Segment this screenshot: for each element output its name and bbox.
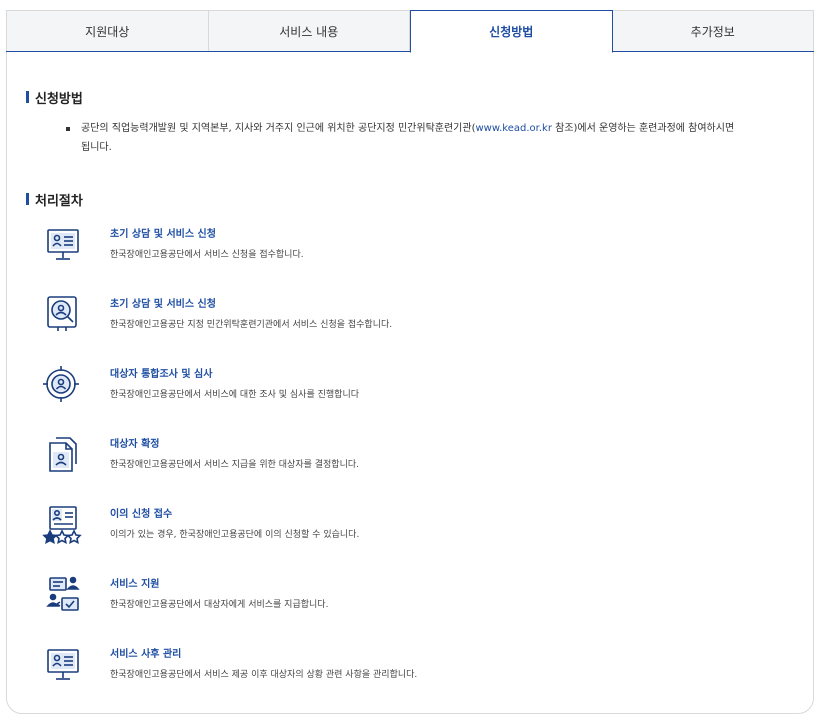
tab-additional-info[interactable]: 추가정보 xyxy=(612,10,814,52)
process-step: 서비스 사후 관리 한국장애인고용공단에서 서비스 제공 이후 대상자의 상황 … xyxy=(42,645,762,695)
application-text-before: 공단의 직업능력개발원 및 지역본부, 지사와 거주지 인근에 위치한 공단지정… xyxy=(81,123,476,134)
step-title: 이의 신청 접수 xyxy=(110,509,173,520)
step-description: 한국장애인고용공단 지정 민간위탁훈련기관에서 서비스 신청을 접수합니다. xyxy=(110,320,393,330)
title-bar-marker xyxy=(26,91,29,103)
bullet-marker xyxy=(66,127,70,131)
step-description: 한국장애인고용공단에서 서비스 지급을 위한 대상자를 결정합니다. xyxy=(110,460,360,470)
step-description: 한국장애인고용공단에서 서비스에 대한 조사 및 심사를 진행합니다 xyxy=(110,390,360,400)
step-title: 서비스 지원 xyxy=(110,579,160,590)
step-description: 한국장애인고용공단에서 서비스 제공 이후 대상자의 상황 관련 사항을 관리합… xyxy=(110,670,418,680)
monitor-profile-icon xyxy=(42,645,82,685)
application-section-title: 신청방법 xyxy=(26,89,83,107)
process-step: 초기 상담 및 서비스 신청 한국장애인고용공단 지정 민간위탁훈련기관에서 서… xyxy=(42,295,762,345)
step-title: 서비스 사후 관리 xyxy=(110,649,182,660)
step-title: 대상자 통합조사 및 심사 xyxy=(110,369,213,380)
tab-eligibility[interactable]: 지원대상 xyxy=(6,10,209,52)
document-person-icon xyxy=(42,435,82,475)
step-title: 초기 상담 및 서비스 신청 xyxy=(110,229,216,240)
process-step: 서비스 지원 한국장애인고용공단에서 대상자에게 서비스를 지급합니다. xyxy=(42,575,762,625)
process-step: 초기 상담 및 서비스 신청 한국장애인고용공단에서 서비스 신청을 접수합니다… xyxy=(42,225,762,275)
target-person-icon xyxy=(42,365,82,405)
tab-service-content[interactable]: 서비스 내용 xyxy=(208,10,410,52)
kead-link[interactable]: www.kead.or.kr xyxy=(476,123,552,134)
process-step: 대상자 확정 한국장애인고용공단에서 서비스 지급을 위한 대상자를 결정합니다… xyxy=(42,435,762,485)
monitor-profile-icon xyxy=(42,225,82,265)
title-bar-marker xyxy=(26,193,29,205)
step-description: 한국장애인고용공단에서 대상자에게 서비스를 지급합니다. xyxy=(110,600,329,610)
profile-stars-icon xyxy=(42,505,82,545)
tab-bar: 지원대상 서비스 내용 신청방법 추가정보 xyxy=(6,10,814,53)
step-description: 한국장애인고용공단에서 서비스 신청을 접수합니다. xyxy=(110,250,304,260)
process-section-title: 처리절차 xyxy=(26,191,83,209)
step-title: 초기 상담 및 서비스 신청 xyxy=(110,299,216,310)
process-step: 대상자 통합조사 및 심사 한국장애인고용공단에서 서비스에 대한 조사 및 심… xyxy=(42,365,762,415)
step-description: 이의가 있는 경우, 한국장애인고용공단에 이의 신청할 수 있습니다. xyxy=(110,530,360,540)
process-title-text: 처리절차 xyxy=(35,193,83,209)
application-description: 공단의 직업능력개발원 및 지역본부, 지사와 거주지 인근에 위치한 공단지정… xyxy=(81,119,741,157)
magnifier-person-icon xyxy=(42,295,82,335)
tab-application-method[interactable]: 신청방법 xyxy=(410,10,613,53)
people-exchange-icon xyxy=(42,575,82,615)
application-title-text: 신청방법 xyxy=(35,91,83,107)
process-step: 이의 신청 접수 이의가 있는 경우, 한국장애인고용공단에 이의 신청할 수 … xyxy=(42,505,762,555)
step-title: 대상자 확정 xyxy=(110,439,160,450)
